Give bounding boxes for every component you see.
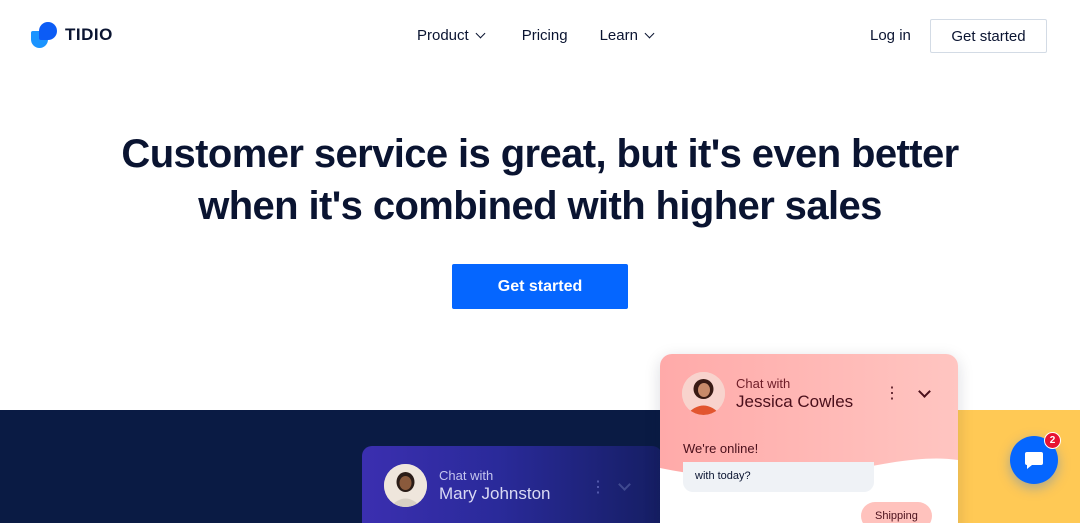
person-avatar-icon (682, 372, 725, 415)
quick-reply-chip: Shipping (861, 502, 932, 523)
hero-headline: Customer service is great, but it's even… (0, 128, 1080, 232)
login-link[interactable]: Log in (870, 27, 911, 44)
hero-headline-bold: even better (751, 132, 959, 176)
avatar (682, 372, 725, 415)
chevron-down-icon (475, 28, 486, 39)
chat-widget-preview-purple: Chat with Mary Johnston ⋮ (362, 446, 662, 523)
nav-item-pricing[interactable]: Pricing (522, 27, 568, 44)
hero-get-started-button[interactable]: Get started (452, 264, 628, 309)
hero-headline-line2: when it's combined with higher sales (198, 184, 882, 228)
chat-widget-preview-pink: Chat with Jessica Cowles ⋮ We're online!… (660, 354, 958, 523)
chat-bubble-icon (1025, 452, 1043, 469)
tidio-logo-icon (31, 22, 57, 48)
nav-item-product[interactable]: Product (417, 27, 486, 44)
agent-name: Jessica Cowles (736, 392, 854, 411)
main-nav: Product Pricing Learn (417, 27, 655, 44)
chevron-down-icon (644, 28, 655, 39)
agent-name: Mary Johnston (439, 484, 551, 503)
nav-item-learn[interactable]: Learn (599, 27, 655, 44)
tidio-logo[interactable]: TIDIO (31, 22, 113, 48)
brand-name: TIDIO (65, 25, 113, 44)
hero-headline-regular: Customer service is great, but it's (121, 132, 752, 176)
notification-badge: 2 (1044, 432, 1061, 449)
more-options-icon: ⋮ (590, 479, 606, 496)
more-options-icon: ⋮ (884, 385, 900, 402)
chevron-down-icon (618, 478, 631, 491)
online-status: We're online! (683, 441, 759, 456)
message-bubble: with today? (683, 462, 874, 492)
nav-item-label: Product (417, 27, 469, 44)
chat-with-label: Chat with (439, 468, 494, 483)
chat-with-label: Chat with (736, 376, 791, 391)
nav-item-label: Learn (599, 27, 638, 44)
avatar (384, 464, 427, 507)
nav-item-label: Pricing (521, 27, 568, 44)
header-get-started-button[interactable]: Get started (930, 19, 1047, 53)
person-avatar-icon (384, 464, 427, 507)
